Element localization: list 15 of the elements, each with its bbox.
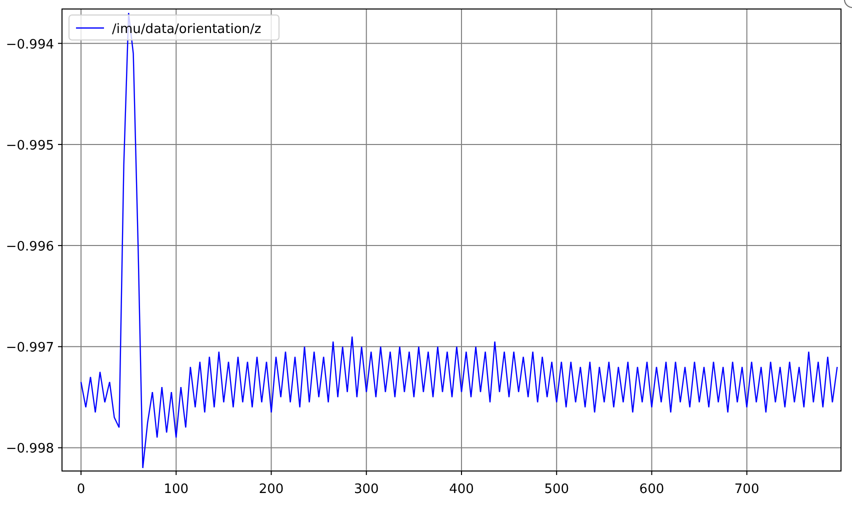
- axis-tick-label: 600: [639, 482, 664, 497]
- axis-tick-label: 700: [734, 482, 760, 497]
- axis-tick-label: 100: [164, 482, 189, 497]
- axis-tick-label: 400: [449, 482, 474, 497]
- axis-tick-label: 0: [76, 482, 86, 497]
- legend-line-icon: [76, 27, 104, 29]
- legend-label: /imu/data/orientation/z: [112, 22, 262, 37]
- axis-tick-label: 500: [544, 482, 570, 497]
- axis-tick-label: −0.997: [6, 340, 54, 356]
- axis-tick-label: −0.994: [6, 37, 54, 52]
- axis-tick-label: 200: [258, 482, 284, 497]
- axis-tick-label: −0.998: [6, 442, 54, 457]
- axis-tick-label: −0.995: [6, 138, 54, 154]
- axis-tick-label: −0.996: [6, 240, 54, 255]
- axis-tick-label: 300: [354, 482, 379, 497]
